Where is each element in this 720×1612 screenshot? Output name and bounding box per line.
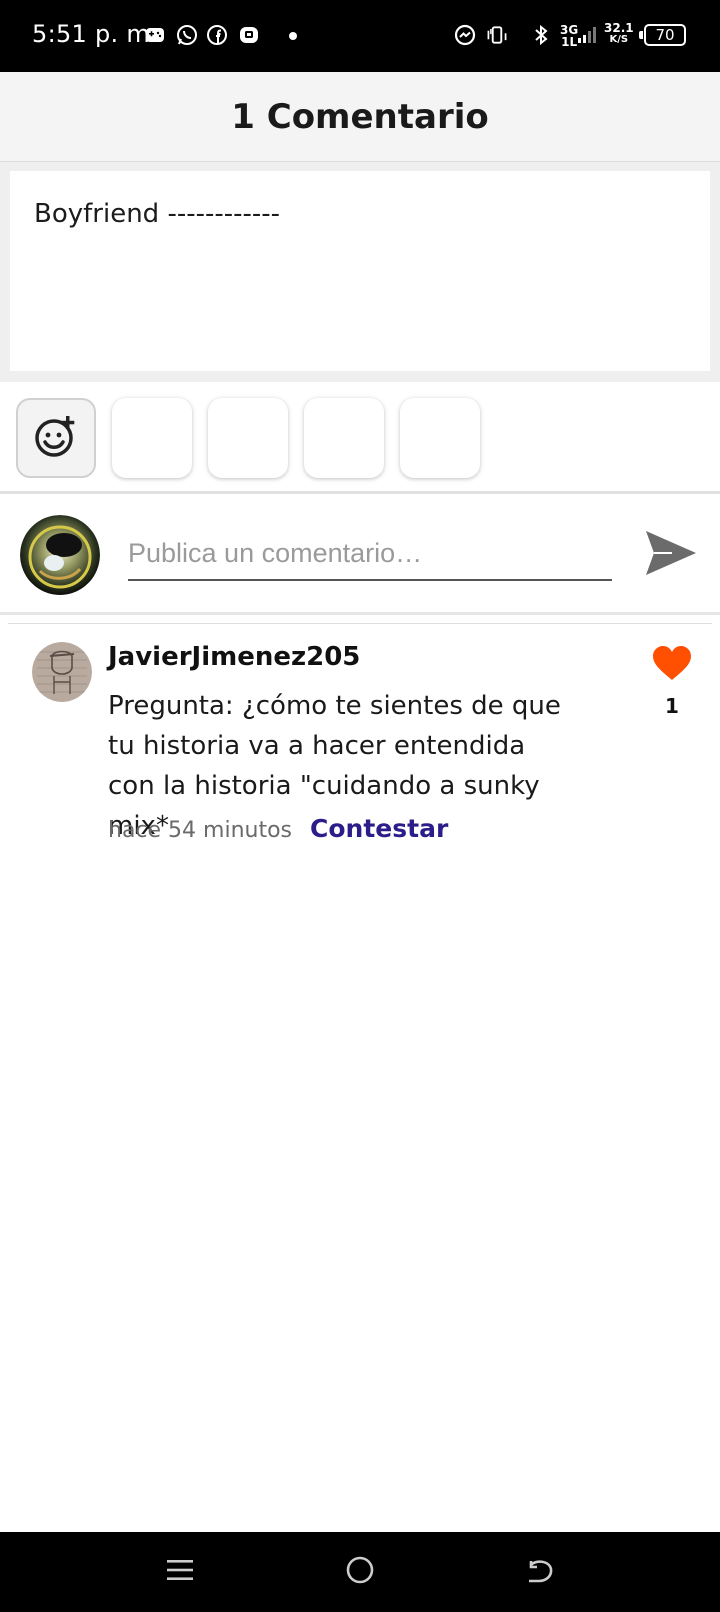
avatar[interactable] [20, 515, 100, 595]
comment-username[interactable]: JavierJimenez205 [108, 642, 360, 672]
compose-area: Boyfriend ------------ [0, 162, 720, 382]
sticker-slot[interactable] [208, 398, 288, 478]
messenger-icon [236, 22, 262, 48]
add-emoji-button[interactable] [16, 398, 96, 478]
comment-time: hace 54 minutos [108, 818, 293, 843]
back-icon [525, 1555, 555, 1590]
sticker-slot[interactable] [112, 398, 192, 478]
page-title: 1 Comentario [231, 96, 489, 137]
bluetooth-icon [528, 22, 554, 48]
home-icon [345, 1555, 375, 1590]
sticker-slot[interactable] [400, 398, 480, 478]
heart-icon [652, 646, 692, 686]
whatsapp-icon [174, 22, 200, 48]
comment-meta: hace 54 minutos Contestar [108, 814, 448, 843]
status-time: 5:51 p. m. [32, 20, 159, 48]
gamepad-icon [142, 22, 168, 48]
back-button[interactable] [520, 1552, 560, 1592]
menu-button[interactable] [160, 1552, 200, 1592]
send-icon [642, 525, 698, 586]
more-notifications-dot [289, 32, 297, 40]
battery-indicator: 70 [639, 24, 686, 46]
facebook-icon [204, 22, 230, 48]
add-emoji-icon [32, 412, 80, 465]
menu-icon [165, 1555, 195, 1590]
comment-input[interactable] [128, 527, 612, 581]
reply-button[interactable]: Contestar [310, 814, 448, 843]
vibrate-icon [482, 22, 512, 48]
comment-input-row [0, 497, 720, 615]
navigation-bar [0, 1532, 720, 1612]
like-button[interactable] [652, 646, 692, 682]
avatar[interactable] [32, 642, 92, 702]
signal-icon [574, 22, 600, 48]
divider [8, 623, 712, 624]
header: 1 Comentario [0, 72, 720, 162]
sticker-bar [0, 382, 720, 494]
network-speed: 32.1 K/S [604, 21, 634, 45]
like-count: 1 [665, 694, 679, 718]
messenger-bubble-icon [452, 22, 478, 48]
status-bar: 5:51 p. m. 3G 1L 32.1 K/S 70 [0, 0, 720, 72]
send-button[interactable] [638, 523, 702, 587]
compose-text[interactable]: Boyfriend ------------ [10, 171, 710, 371]
sticker-slot[interactable] [304, 398, 384, 478]
home-button[interactable] [340, 1552, 380, 1592]
